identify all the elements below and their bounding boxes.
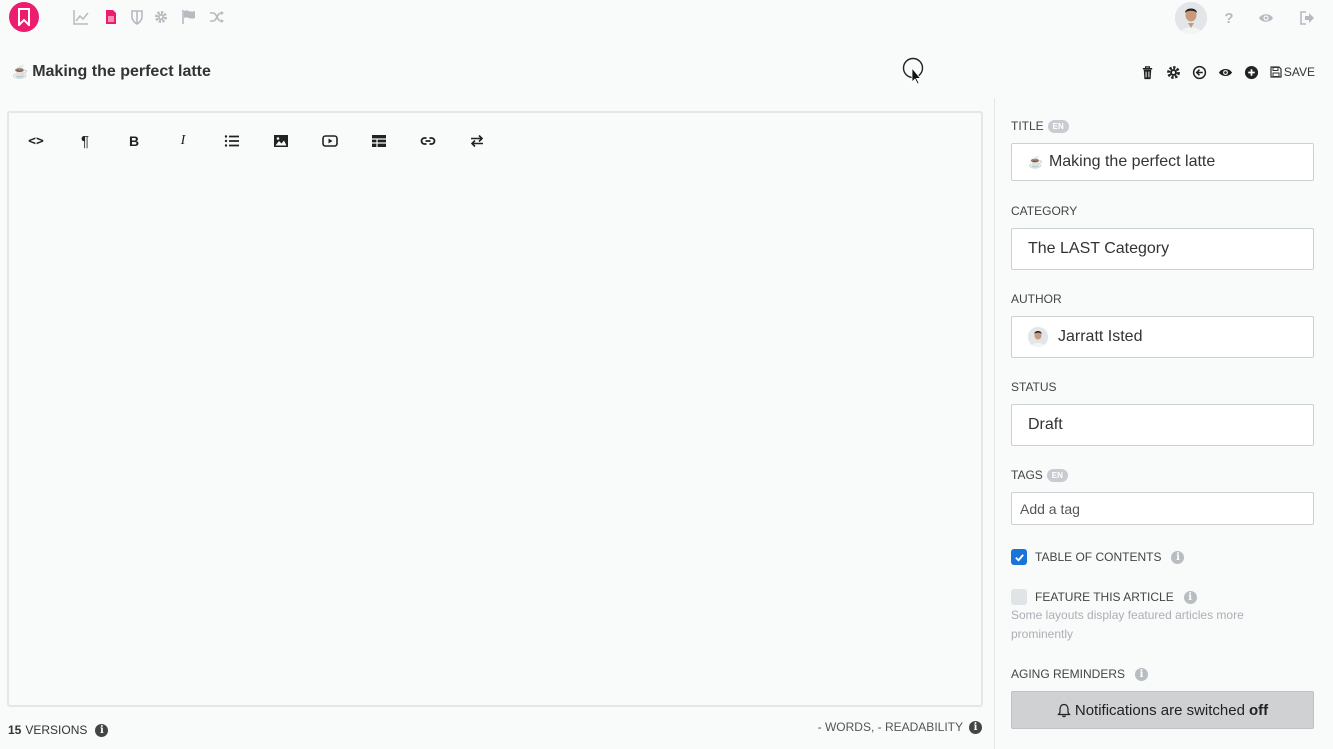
bold-icon[interactable]: B: [124, 131, 144, 151]
editor-content-area[interactable]: [9, 169, 981, 705]
stats-info-icon[interactable]: i: [969, 720, 982, 734]
feature-label: FEATURE THIS ARTICLE: [1035, 590, 1174, 604]
mouse-cursor-icon: [902, 57, 924, 85]
back-arrow-circle-icon[interactable]: [1192, 64, 1208, 80]
feature-article-option: FEATURE THIS ARTICLE i: [1011, 589, 1197, 605]
language-badge: EN: [1047, 119, 1069, 133]
word-stats: - WORDS, - READABILITY i: [818, 720, 982, 734]
article-settings-sidebar: TITLE EN ☕ Making the perfect latte CATE…: [994, 98, 1333, 749]
swap-arrows-icon[interactable]: [467, 131, 487, 151]
add-circle-icon[interactable]: [1244, 64, 1260, 80]
status-field-label: STATUS: [1011, 380, 1057, 394]
notifications-text: Notifications are switched: [1074, 701, 1245, 719]
category-field-label: CATEGORY: [1011, 204, 1078, 218]
versions-label: VERSIONS: [25, 723, 88, 737]
versions-count: 15: [8, 723, 22, 737]
coffee-emoji: ☕: [12, 64, 29, 79]
header-actions: SAVE: [1130, 64, 1315, 80]
aging-reminders-label: AGING REMINDERS: [1011, 667, 1126, 681]
category-value: The LAST Category: [1028, 240, 1170, 257]
paragraph-icon[interactable]: ¶: [75, 131, 95, 151]
page-title-text: Making the perfect latte: [32, 63, 211, 80]
feature-help-text: Some layouts display featured articles m…: [1011, 608, 1244, 641]
italic-icon[interactable]: I: [173, 131, 193, 151]
title-label-text: TITLE: [1011, 119, 1044, 133]
author-field-label: AUTHOR: [1011, 292, 1062, 306]
table-icon[interactable]: [369, 131, 389, 151]
shuffle-icon[interactable]: [208, 9, 226, 25]
image-icon[interactable]: [271, 131, 291, 151]
logout-icon[interactable]: [1299, 10, 1315, 26]
preview-eye-icon[interactable]: [1218, 64, 1234, 80]
help-icon[interactable]: ?: [1221, 10, 1237, 27]
tags-placeholder: Add a tag: [1020, 500, 1080, 517]
author-avatar: [1028, 327, 1048, 347]
video-icon[interactable]: [320, 131, 340, 151]
author-name: Jarratt Isted: [1058, 328, 1143, 345]
tags-label-text: TAGS: [1011, 468, 1043, 482]
list-icon[interactable]: [222, 131, 242, 151]
save-button[interactable]: SAVE: [1270, 65, 1315, 79]
eye-icon[interactable]: [1258, 10, 1274, 26]
word-readability-text: - WORDS, - READABILITY: [817, 720, 963, 734]
gear-icon[interactable]: [152, 9, 170, 25]
author-select[interactable]: Jarratt Isted: [1011, 316, 1314, 358]
checkmark-icon: [1014, 553, 1024, 562]
versions-info-icon[interactable]: i: [95, 723, 109, 737]
code-icon[interactable]: <>: [26, 131, 46, 151]
article-editor: <> ¶ B I: [7, 111, 983, 707]
table-of-contents-option: TABLE OF CONTENTS i: [1011, 549, 1185, 565]
bell-icon: [1057, 703, 1071, 717]
title-field-label: TITLE EN: [1011, 119, 1069, 133]
toc-info-icon[interactable]: i: [1171, 550, 1185, 564]
document-icon[interactable]: [102, 9, 120, 25]
page-title: ☕ Making the perfect latte: [12, 63, 211, 81]
link-icon[interactable]: [418, 131, 438, 151]
coffee-emoji: ☕: [1028, 155, 1043, 169]
shield-icon[interactable]: [128, 9, 146, 25]
aging-reminders-label-row: AGING REMINDERS i: [1011, 667, 1149, 681]
title-input[interactable]: ☕ Making the perfect latte: [1011, 143, 1314, 181]
feature-info-icon[interactable]: i: [1183, 590, 1197, 604]
versions-indicator[interactable]: 15 VERSIONS i: [8, 723, 109, 737]
tags-field-label: TAGS EN: [1011, 468, 1068, 482]
floppy-disk-icon: [1270, 66, 1282, 78]
editor-toolbar: <> ¶ B I: [9, 113, 981, 169]
feature-article-checkbox[interactable]: [1011, 589, 1027, 605]
user-avatar[interactable]: [1175, 2, 1207, 34]
notifications-toggle-button[interactable]: Notifications are switched off: [1011, 691, 1314, 729]
settings-gear-icon[interactable]: [1166, 64, 1182, 80]
analytics-chart-icon[interactable]: [72, 9, 90, 25]
save-label: SAVE: [1283, 65, 1315, 79]
title-input-value: Making the perfect latte: [1048, 153, 1216, 170]
top-nav: ?: [0, 0, 1333, 36]
status-select[interactable]: Draft: [1011, 404, 1314, 446]
trash-icon[interactable]: [1140, 64, 1156, 80]
toc-label: TABLE OF CONTENTS: [1035, 550, 1162, 564]
aging-info-icon[interactable]: i: [1135, 667, 1149, 681]
category-select[interactable]: The LAST Category: [1011, 228, 1314, 270]
language-badge: EN: [1046, 468, 1068, 482]
tags-input[interactable]: Add a tag: [1011, 492, 1314, 525]
flag-icon[interactable]: [180, 9, 198, 25]
notifications-state: off: [1248, 701, 1269, 719]
app-logo[interactable]: [9, 2, 39, 32]
table-of-contents-checkbox[interactable]: [1011, 549, 1027, 565]
status-value: Draft: [1028, 416, 1063, 433]
bookmark-logo-icon: [18, 8, 30, 26]
